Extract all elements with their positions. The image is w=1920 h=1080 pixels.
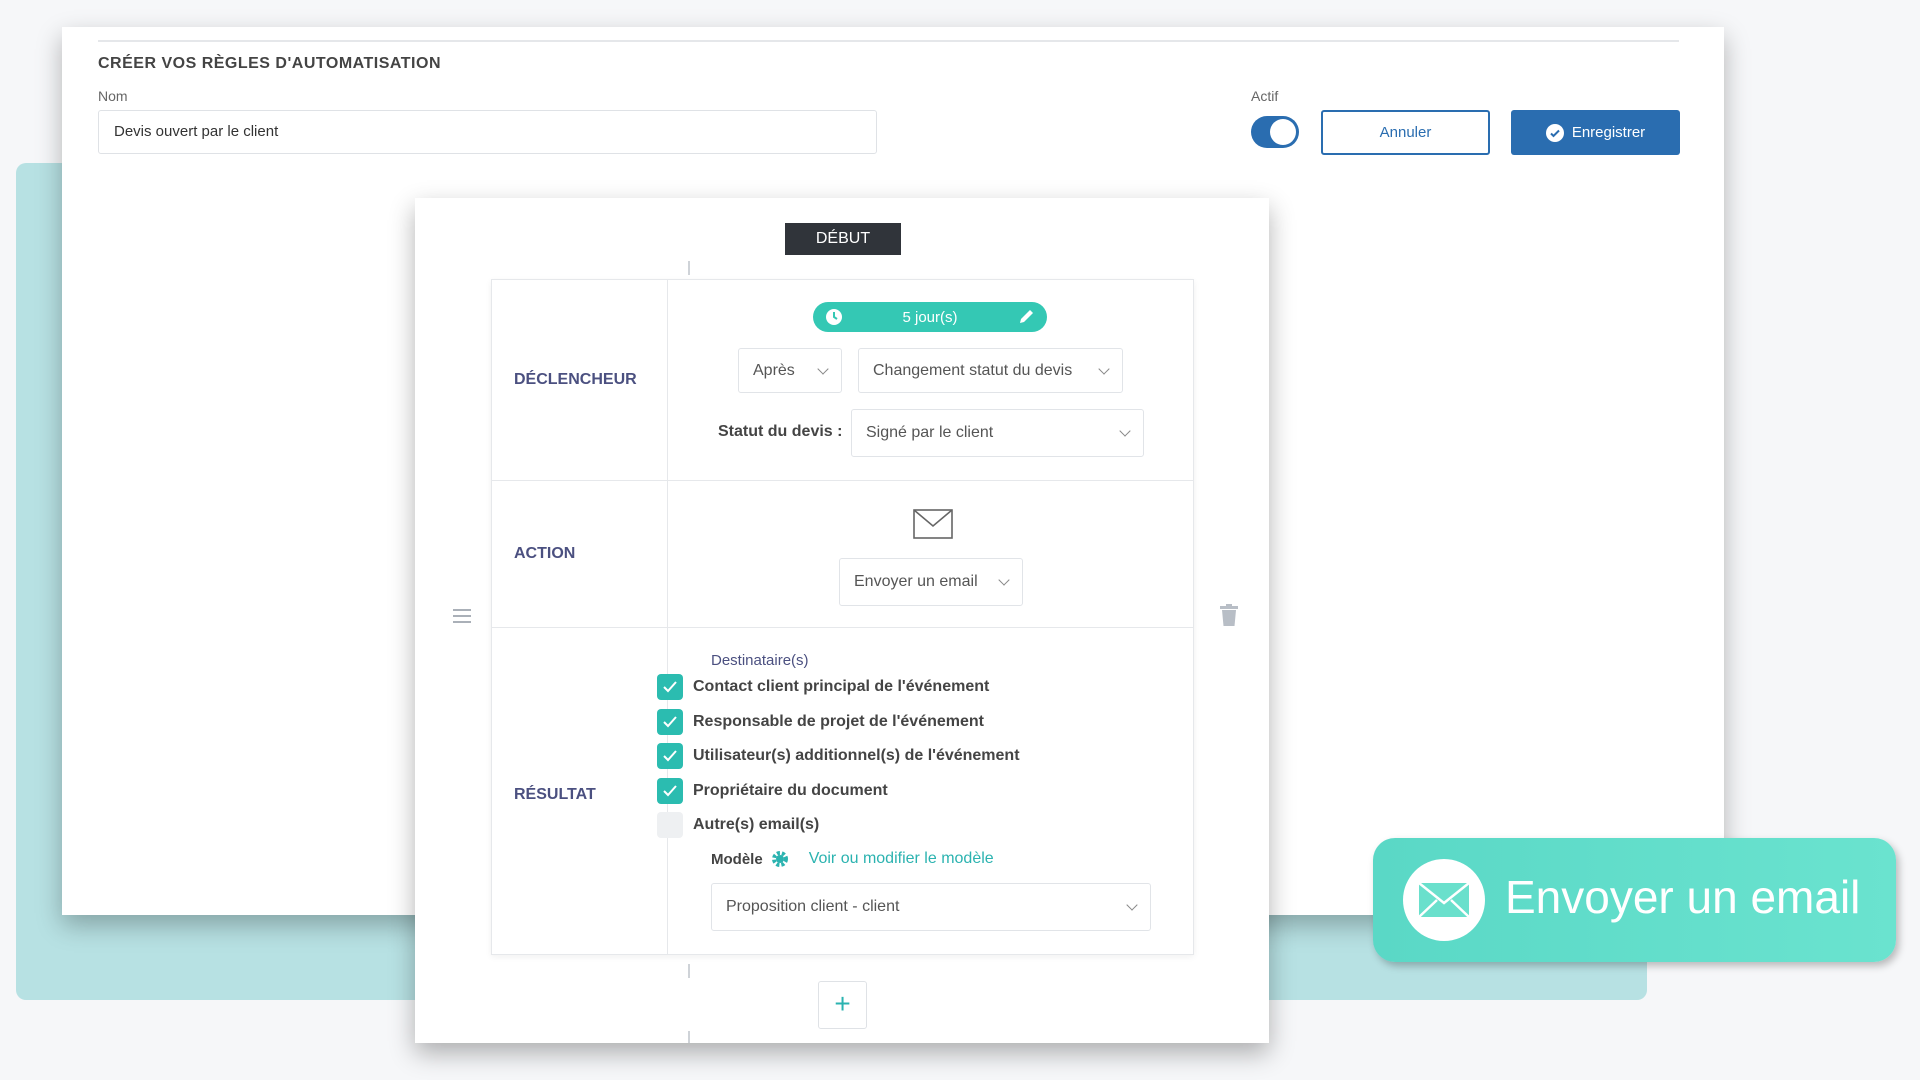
save-label: Enregistrer	[1571, 124, 1646, 141]
checkbox[interactable]	[657, 743, 683, 769]
delay-value: 5 jour(s)	[902, 308, 958, 326]
result-row: RÉSULTAT Destinataire(s) Contact client …	[492, 628, 1193, 955]
active-label: Actif	[1251, 88, 1279, 104]
edit-template-link[interactable]: Voir ou modifier le modèle	[809, 850, 994, 868]
rule-table: DÉCLENCHEUR 5 jour(s) Après Changement s…	[491, 279, 1194, 955]
checkbox[interactable]	[657, 777, 683, 804]
gear-icon[interactable]	[771, 850, 789, 868]
status-select[interactable]: Signé par le client	[851, 409, 1144, 457]
cancel-label: Annuler	[1379, 124, 1432, 141]
template-label: Modèle	[711, 850, 763, 868]
action-label: ACTION	[514, 545, 576, 562]
clock-icon	[826, 309, 842, 325]
checkbox[interactable]	[657, 812, 683, 838]
recipient-checkbox[interactable]: Utilisateur(s) additionnel(s) de l'événe…	[657, 743, 1020, 769]
name-label: Nom	[98, 88, 128, 104]
action-select[interactable]: Envoyer un email	[839, 558, 1023, 606]
cancel-button[interactable]: Annuler	[1321, 110, 1490, 155]
chevron-down-icon	[1119, 425, 1131, 437]
divider	[98, 40, 1679, 42]
check-icon	[663, 784, 677, 796]
connector	[688, 261, 690, 275]
save-button[interactable]: Enregistrer	[1511, 110, 1680, 155]
add-step-button[interactable]: +	[818, 981, 867, 1029]
recipient-checkbox[interactable]: Responsable de projet de l'événement	[657, 708, 984, 735]
checkbox[interactable]	[657, 674, 683, 700]
chevron-down-icon	[1098, 362, 1110, 375]
event-select[interactable]: Changement statut du devis	[858, 348, 1123, 393]
chevron-down-icon	[998, 574, 1010, 586]
recipient-label: Propriétaire du document	[693, 781, 888, 799]
timing-select[interactable]: Après	[738, 348, 842, 393]
recipients-label: Destinataire(s)	[711, 652, 809, 669]
drag-handle-icon[interactable]	[452, 608, 472, 629]
recipient-checkbox[interactable]: Autre(s) email(s)	[657, 812, 819, 838]
action-row: ACTION Envoyer un email	[492, 481, 1193, 628]
connector	[688, 1031, 690, 1043]
active-toggle[interactable]	[1251, 116, 1299, 148]
check-circle-icon	[1545, 123, 1564, 142]
start-node: DÉBUT	[785, 223, 901, 255]
trigger-row: DÉCLENCHEUR 5 jour(s) Après Changement s…	[492, 280, 1193, 481]
trigger-label: DÉCLENCHEUR	[514, 371, 637, 388]
recipient-checkbox[interactable]: Propriétaire du document	[657, 777, 888, 804]
recipient-checkbox[interactable]: Contact client principal de l'événement	[657, 674, 989, 700]
result-label: RÉSULTAT	[514, 786, 596, 803]
status-label: Statut du devis :	[718, 423, 843, 440]
page-title: CRÉER VOS RÈGLES D'AUTOMATISATION	[98, 55, 441, 72]
pencil-icon[interactable]	[1017, 308, 1035, 326]
trash-icon[interactable]	[1220, 604, 1238, 631]
recipient-label: Responsable de projet de l'événement	[693, 712, 984, 730]
recipient-label: Utilisateur(s) additionnel(s) de l'événe…	[693, 747, 1020, 764]
delay-pill[interactable]: 5 jour(s)	[813, 302, 1047, 332]
recipient-label: Contact client principal de l'événement	[693, 678, 990, 695]
flow-canvas: DÉBUT DÉCLENCHEUR 5 jour(s) Après Change…	[415, 198, 1269, 1043]
badge-text: Envoyer un email	[1505, 871, 1861, 923]
name-input[interactable]: Devis ouvert par le client	[98, 110, 877, 154]
check-icon	[663, 750, 677, 762]
template-select[interactable]: Proposition client - client	[711, 883, 1151, 931]
envelope-icon	[913, 509, 953, 539]
connector	[688, 964, 690, 978]
chevron-down-icon	[817, 362, 829, 375]
check-icon	[663, 681, 677, 693]
checkbox[interactable]	[657, 708, 683, 735]
chevron-down-icon	[1126, 899, 1138, 911]
send-email-badge: Envoyer un email	[1373, 838, 1896, 962]
recipient-label: Autre(s) email(s)	[693, 816, 820, 833]
check-icon	[663, 715, 677, 727]
envelope-icon	[1403, 859, 1485, 941]
